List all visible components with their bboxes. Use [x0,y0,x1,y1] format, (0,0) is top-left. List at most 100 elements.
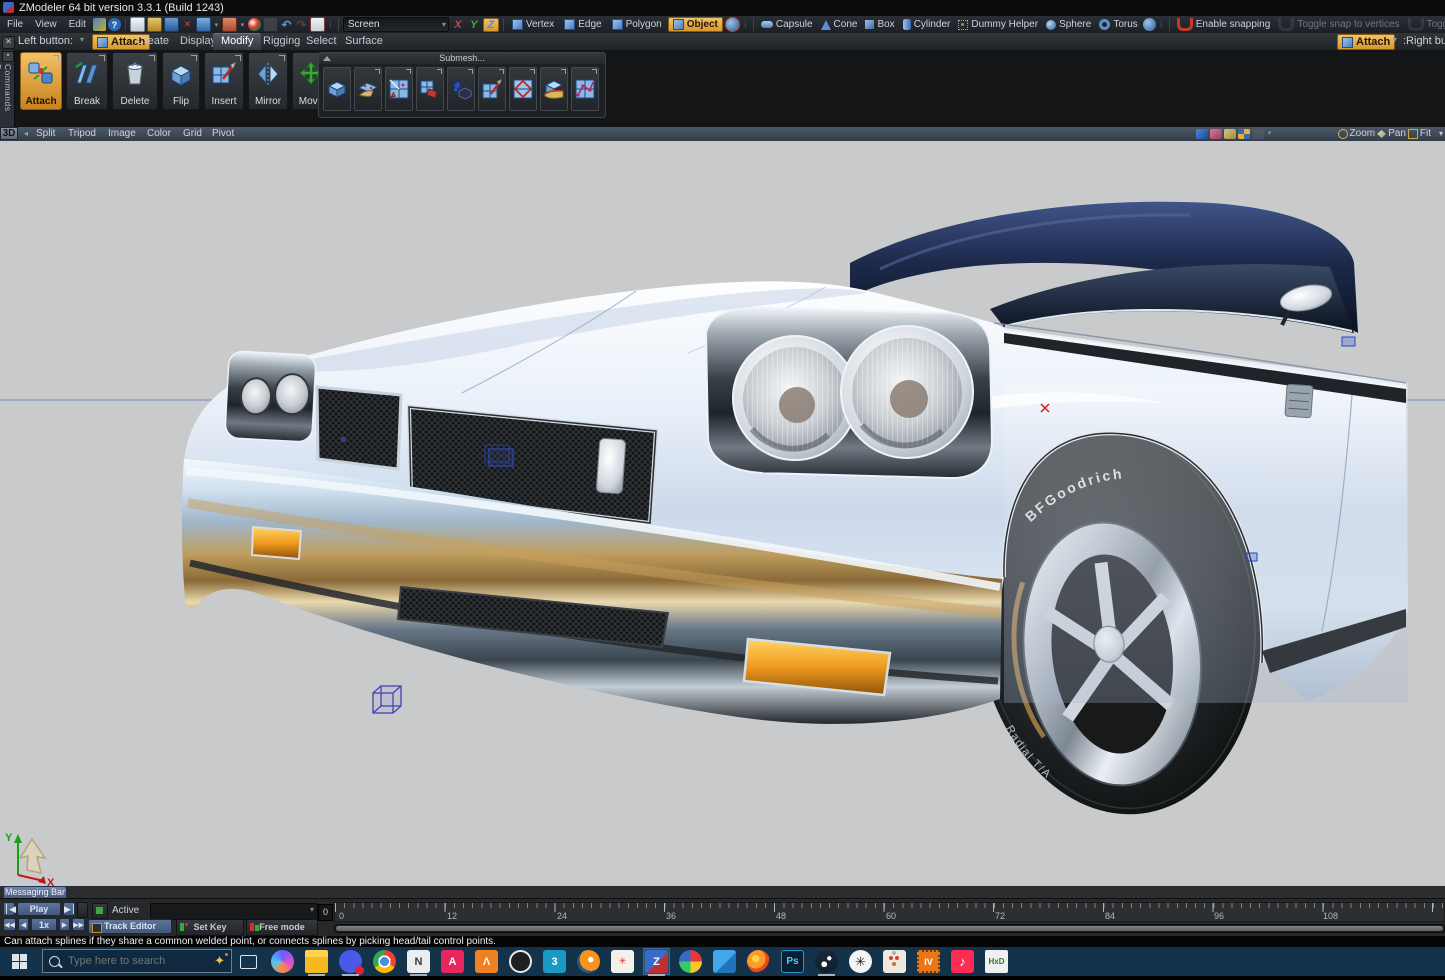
submesh-header[interactable]: Submesh... [319,53,605,64]
taskbar-icon-hand-app[interactable]: ✳ [610,949,635,974]
material-icon[interactable] [263,17,278,32]
help-icon[interactable]: ? [108,18,121,31]
tab-create[interactable]: Create [128,33,177,50]
step-back-button[interactable]: ◀ [18,918,29,931]
active-toggle[interactable] [92,903,108,919]
texture-checker-icon[interactable] [1238,129,1250,139]
primitive-cylinder[interactable]: Cylinder [900,18,954,31]
primitive-torus[interactable]: Torus [1096,18,1140,31]
rewind-button[interactable]: ◀◀ [3,918,16,931]
select-sphere-icon[interactable] [725,17,740,32]
start-button[interactable] [12,954,27,969]
viewport-menu-color[interactable]: Color [147,127,171,141]
axis-z-button[interactable]: Z [483,18,499,32]
paint-dropdown[interactable]: ▾ [1266,127,1273,141]
taskbar-icon-adobe-app[interactable]: A [440,949,465,974]
eraser-icon[interactable] [1224,129,1236,139]
save-icon[interactable] [164,17,179,32]
fit-button[interactable]: Fit [1420,127,1431,141]
free-mode-button[interactable]: Free mode [246,919,318,936]
viewport-menu-split[interactable]: Split [36,127,55,141]
axis-x-button[interactable]: X [451,19,465,31]
delete-file-icon[interactable]: ✕ [181,18,194,31]
taskbar-icon-openiv[interactable]: IV [916,949,941,974]
primitive-box[interactable]: Box [862,18,897,31]
primitive-dummy-helper[interactable]: Dummy Helper [955,18,1041,31]
open-file-icon[interactable] [147,17,162,32]
timeline-ruler[interactable]: 0 12 24 36 48 60 72 84 96 108 [334,902,1445,922]
ribbon-mirror-button[interactable]: Mirror [248,52,288,110]
step-forward-button[interactable]: ▶ [59,918,70,931]
submesh-diamond-button[interactable] [509,67,537,111]
fast-forward-button[interactable]: ▶▶ [72,918,85,931]
snap-vertices-button[interactable]: Toggle snap to vertices [1275,17,1402,32]
primitive-capsule[interactable]: Capsule [758,18,816,31]
primitive-cone[interactable]: Cone [818,18,861,31]
submesh-pen-button[interactable] [478,67,506,111]
primitive-more-dropdown[interactable]: ⋮ [1158,21,1165,29]
dummy-helper-box[interactable] [373,686,401,713]
ribbon-break-button[interactable]: Break [66,52,108,110]
taskbar-icon-chrome[interactable] [372,949,397,974]
submesh-cube-button[interactable] [323,67,351,111]
viewport-3d[interactable]: BFGoodrich Radial T/A [0,141,1445,886]
enable-snapping-button[interactable]: Enable snapping [1174,17,1274,32]
taskbar-icon-3ds-max[interactable]: 3 [542,949,567,974]
viewport-header-dropdown[interactable]: ▾ [1439,127,1443,141]
taskbar-icon-file-explorer[interactable] [304,949,329,974]
taskbar-icon-flower-app[interactable] [882,949,907,974]
set-key-button[interactable]: Set Key [176,919,244,936]
timeline-scrollbar[interactable] [334,924,1445,933]
ribbon-delete-button[interactable]: Delete [112,52,158,110]
primitive-sphere[interactable]: Sphere [1043,18,1094,31]
ribbon-attach-button[interactable]: Attach [20,52,62,110]
taskbar-icon-hxd[interactable]: HxD [984,949,1009,974]
taskbar-icon-blender[interactable] [576,949,601,974]
taskbar-icon-vs-code[interactable] [712,949,737,974]
tab-surface[interactable]: Surface [337,33,391,50]
speed-button[interactable]: 1x [31,918,57,931]
taskbar-icon-task-view[interactable] [236,949,261,974]
taskbar-icon-zmodeler[interactable]: Z [644,949,669,974]
taskbar-icon-firefox[interactable] [746,949,771,974]
submesh-arrow-cube-button[interactable] [447,67,475,111]
submesh-brush-button[interactable] [354,67,382,111]
close-commands-icon[interactable]: ✕ [2,36,15,49]
taskbar-icon-discord[interactable] [338,949,363,974]
snap-edges-button[interactable]: Toggle snap to edges [1405,17,1445,32]
track-editor-button[interactable]: Track Editor [88,919,172,934]
pan-button[interactable]: Pan [1388,127,1406,141]
viewport-menu-tripod[interactable]: Tripod [68,127,96,141]
mode-more-dropdown[interactable]: ⋮ [742,21,749,29]
render-icon[interactable] [248,18,261,31]
play-button[interactable]: Play [17,902,61,916]
animation-combo[interactable] [150,903,318,920]
taskbar-icon-chatgpt[interactable]: ✳ [848,949,873,974]
settings-icon[interactable] [93,18,106,31]
paint-extra-icon[interactable] [1252,129,1264,139]
viewport-menu-image[interactable]: Image [108,127,136,141]
menu-edit[interactable]: Edit [64,18,91,31]
submesh-detach-button[interactable] [385,67,413,111]
menu-file[interactable]: File [2,18,28,31]
viewport-menu-pivot[interactable]: Pivot [212,127,234,141]
import-dropdown[interactable]: ▾ [213,21,220,29]
mode-object[interactable]: Object [668,17,723,32]
commands-bar-pin-icon[interactable]: ▪ [2,51,14,62]
submesh-nodes-button[interactable] [571,67,599,111]
submesh-wave-button[interactable] [540,67,568,111]
taskbar-icon-steam[interactable] [814,949,839,974]
pencil-icon[interactable] [1196,129,1208,139]
undo-icon[interactable]: ↶ [280,18,293,31]
search-input[interactable] [66,954,208,968]
import-icon[interactable] [196,17,211,32]
mode-edge[interactable]: Edge [560,18,605,31]
ribbon-flip-button[interactable]: Flip [162,52,200,110]
export-dropdown[interactable]: ▾ [239,21,246,29]
screen-combo[interactable]: Screen [343,17,449,32]
taskbar-icon-photoshop[interactable]: Ps [780,949,805,974]
redo-icon[interactable]: ↷ [295,18,308,31]
ribbon-insert-button[interactable]: Insert [204,52,244,110]
taskbar-icon-notepad-plus-plus[interactable]: N [406,949,431,974]
go-end-button[interactable]: ▶⏐ [63,902,75,916]
